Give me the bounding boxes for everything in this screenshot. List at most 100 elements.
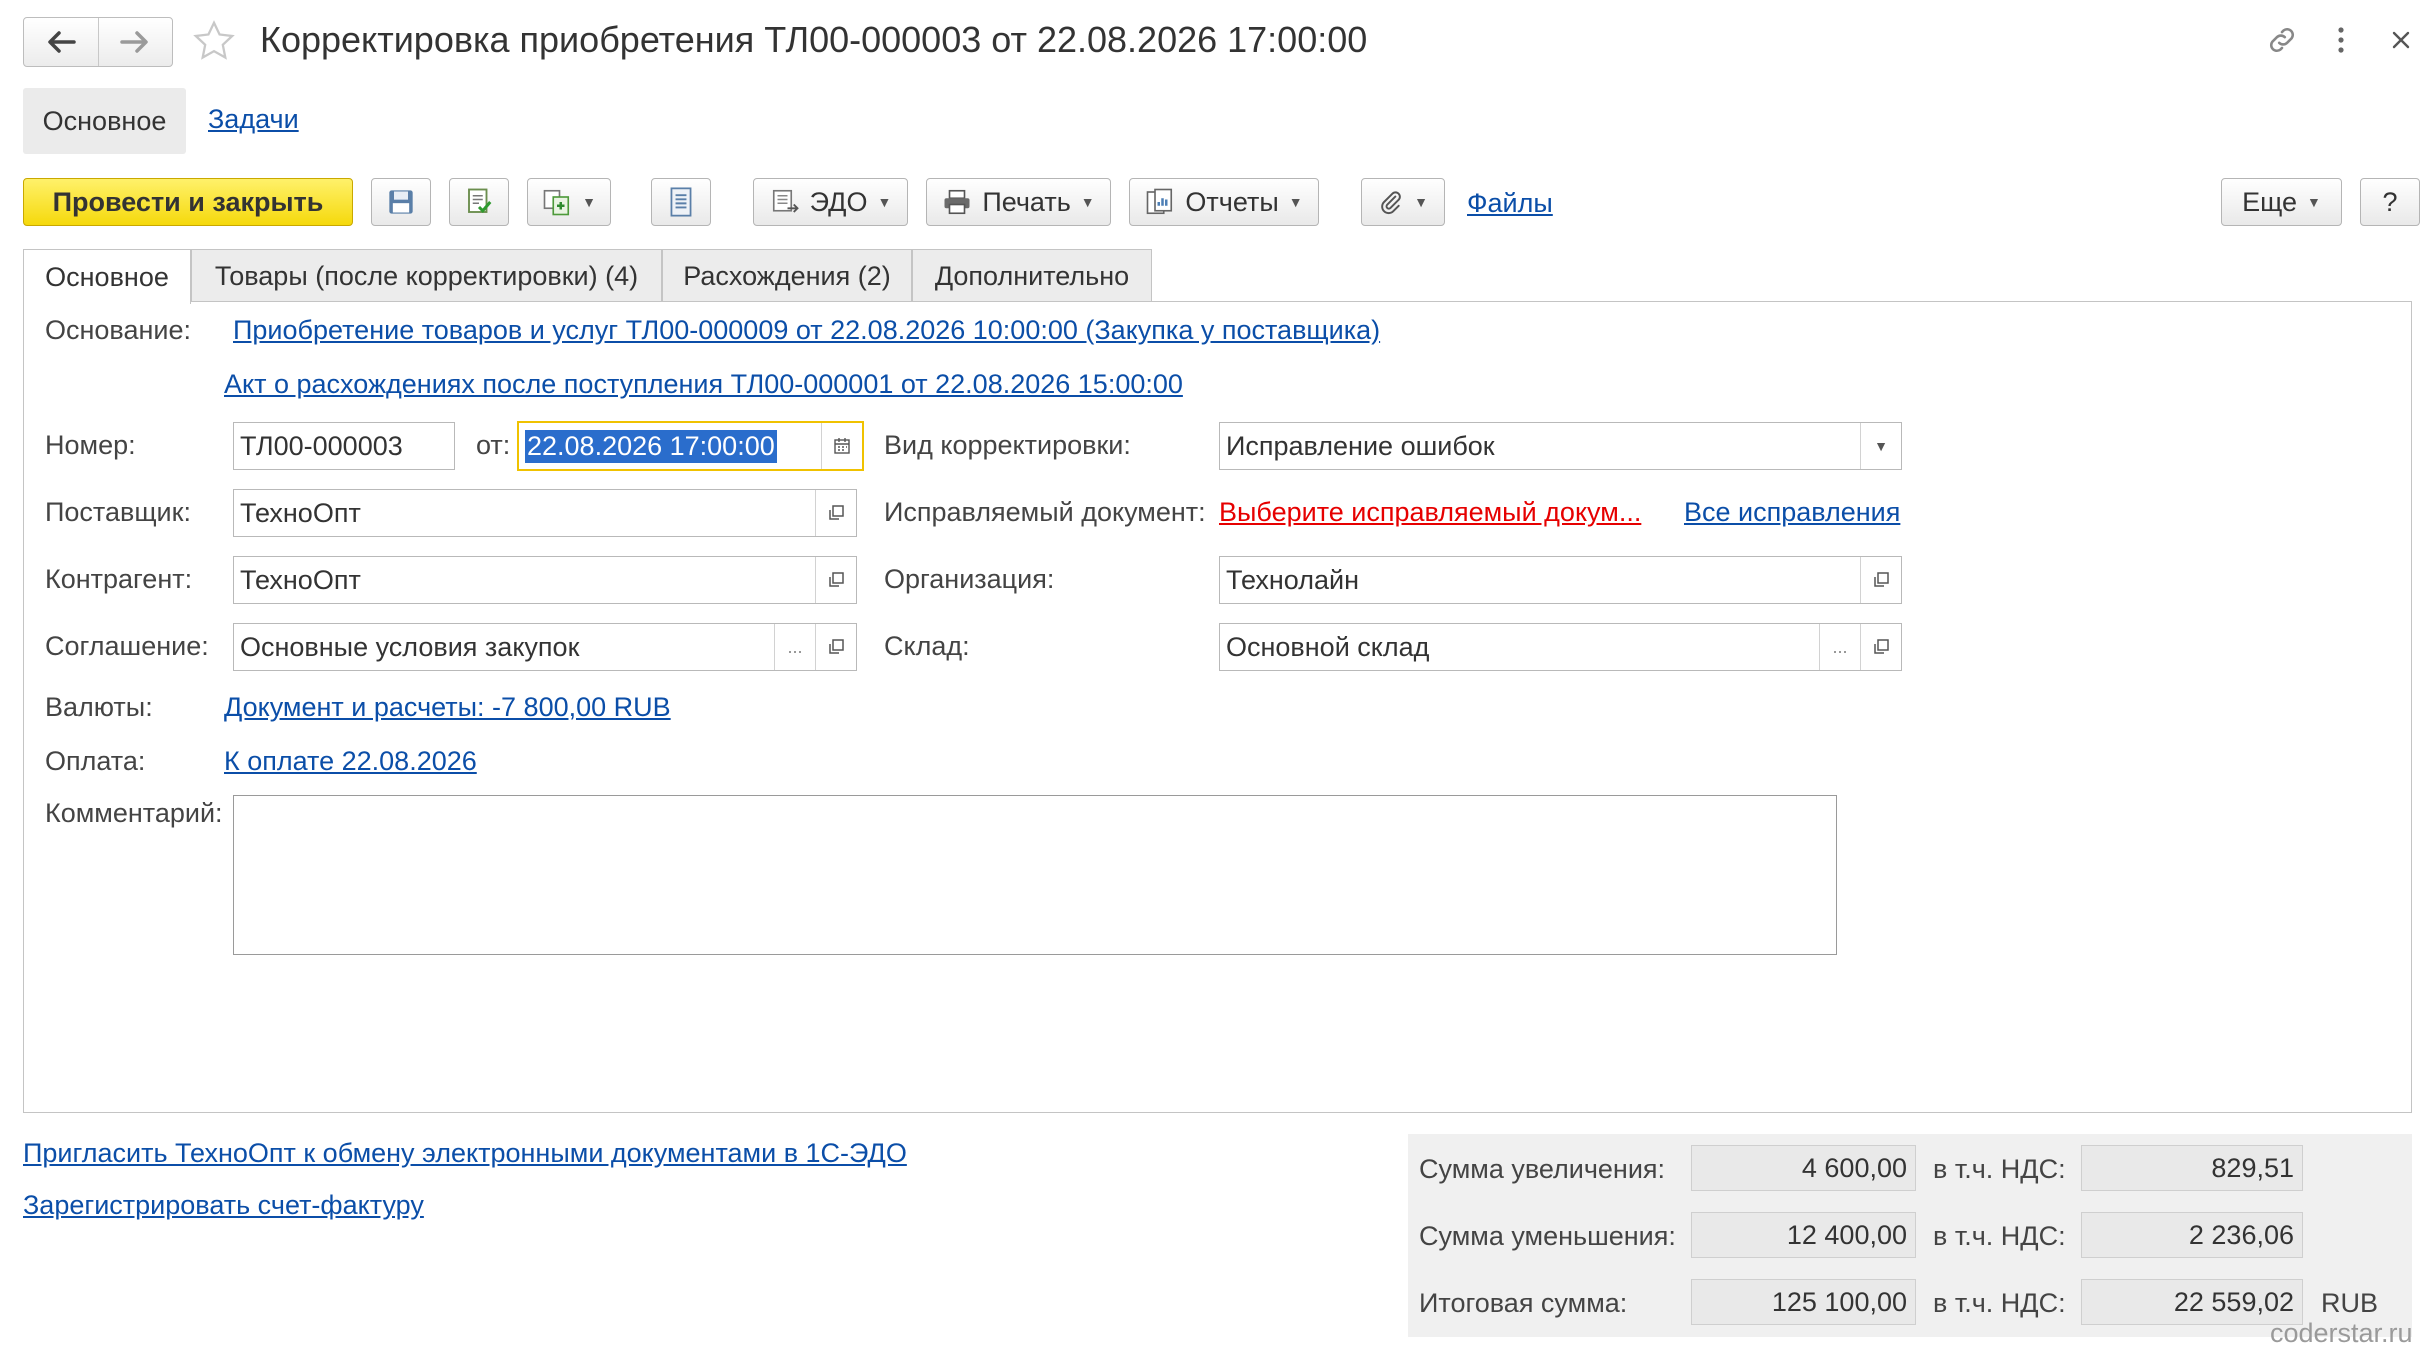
organization-label: Организация: <box>884 564 1055 594</box>
edo-button[interactable]: ЭДО ▼ <box>753 178 908 226</box>
corrected-document-label: Исправляемый документ: <box>884 497 1206 527</box>
printer-icon <box>944 189 970 215</box>
tab-additional[interactable]: Дополнительно <box>912 249 1152 302</box>
organization-field[interactable]: Технолайн <box>1219 556 1902 604</box>
open-agreement-button[interactable] <box>815 624 856 670</box>
basis-link-purchase[interactable]: Приобретение товаров и услуг ТЛ00-000009… <box>233 315 1380 346</box>
open-window-icon <box>1874 639 1889 654</box>
floppy-disk-icon <box>389 190 413 214</box>
favorite-button[interactable] <box>191 18 237 64</box>
invite-edo-link[interactable]: Пригласить ТехноОпт к обмену электронным… <box>23 1138 907 1169</box>
help-button[interactable]: ? <box>2360 178 2420 226</box>
open-supplier-button[interactable] <box>815 490 856 536</box>
list-document-icon <box>670 187 692 217</box>
supplier-field[interactable]: ТехноОпт <box>233 489 857 537</box>
total-vat-label: в т.ч. НДС: <box>1933 1288 2066 1318</box>
increase-sum-label: Сумма увеличения: <box>1419 1154 1666 1184</box>
forward-button[interactable] <box>97 18 173 66</box>
chevron-down-icon: ▼ <box>1414 194 1428 210</box>
close-icon <box>2392 31 2410 49</box>
kebab-menu-icon <box>2338 27 2344 53</box>
correction-kind-label: Вид корректировки: <box>884 430 1131 460</box>
comment-label: Комментарий: <box>45 798 223 828</box>
payment-label: Оплата: <box>45 746 146 776</box>
chevron-down-icon: ▼ <box>2307 194 2321 210</box>
decrease-sum-label: Сумма уменьшения: <box>1419 1221 1676 1251</box>
star-outline-icon <box>193 20 235 60</box>
basis-label: Основание: <box>45 315 191 345</box>
select-warehouse-button[interactable]: ... <box>1819 624 1860 670</box>
ellipsis-icon: ... <box>1832 636 1848 657</box>
print-label: Печать <box>982 186 1071 217</box>
agreement-value: Основные условия закупок <box>240 631 580 662</box>
tab-discrepancies[interactable]: Расхождения (2) <box>662 249 912 302</box>
chevron-down-icon: ▼ <box>1080 194 1095 210</box>
warehouse-field[interactable]: Основной склад ... <box>1219 623 1902 671</box>
basis-link-discrepancy-act[interactable]: Акт о расхождениях после поступления ТЛ0… <box>224 369 1183 400</box>
reports-button[interactable]: Отчеты ▼ <box>1129 178 1319 226</box>
chevron-down-icon: ▼ <box>877 194 892 210</box>
section-tab-tasks[interactable]: Задачи <box>208 104 299 135</box>
tab-main[interactable]: Основное <box>23 249 191 304</box>
create-based-on-icon <box>543 189 570 216</box>
attachments-button[interactable]: ▼ <box>1361 178 1445 226</box>
counterparty-field[interactable]: ТехноОпт <box>233 556 857 604</box>
back-button[interactable] <box>24 18 98 66</box>
calendar-icon <box>834 438 850 454</box>
section-tab-main[interactable]: Основное <box>23 88 186 154</box>
decrease-vat-label: в т.ч. НДС: <box>1933 1221 2066 1251</box>
comment-textarea[interactable] <box>233 795 1837 955</box>
chevron-down-icon: ▼ <box>1288 194 1303 210</box>
edo-label: ЭДО <box>809 186 868 217</box>
select-corrected-document-link[interactable]: Выберите исправляемый докум... <box>1219 497 1641 528</box>
more-actions-button[interactable] <box>2321 20 2361 60</box>
link-icon <box>2269 27 2295 53</box>
dropdown-button[interactable]: ▼ <box>1860 423 1901 469</box>
post-and-close-button[interactable]: Провести и закрыть <box>23 178 353 226</box>
open-warehouse-button[interactable] <box>1860 624 1901 670</box>
more-button[interactable]: Еще ▼ <box>2221 178 2342 226</box>
payment-link[interactable]: К оплате 22.08.2026 <box>224 746 477 777</box>
ellipsis-icon: ... <box>787 636 803 657</box>
agreement-field[interactable]: Основные условия закупок ... <box>233 623 857 671</box>
document-journal-button[interactable] <box>651 178 711 226</box>
calendar-button[interactable] <box>821 423 862 469</box>
open-organization-button[interactable] <box>1860 557 1901 603</box>
create-based-on-button[interactable]: ▼ <box>527 178 611 226</box>
tab-goods[interactable]: Товары (после корректировки) (4) <box>191 249 662 302</box>
print-button[interactable]: Печать ▼ <box>926 178 1111 226</box>
currency-link[interactable]: Документ и расчеты: -7 800,00 RUB <box>224 692 671 723</box>
post-button[interactable] <box>449 178 509 226</box>
paperclip-icon <box>1381 191 1401 215</box>
close-button[interactable] <box>2381 20 2421 60</box>
link-button[interactable] <box>2262 20 2302 60</box>
warehouse-label: Склад: <box>884 631 970 661</box>
register-invoice-link[interactable]: Зарегистрировать счет-фактуру <box>23 1190 424 1221</box>
date-value: 22.08.2026 17:00:00 <box>525 429 777 463</box>
files-link[interactable]: Файлы <box>1467 188 1553 219</box>
open-window-icon <box>829 572 844 587</box>
decrease-sum-value: 12 400,00 <box>1691 1212 1916 1258</box>
counterparty-label: Контрагент: <box>45 564 193 594</box>
correction-kind-select[interactable]: Исправление ошибок ▼ <box>1219 422 1902 470</box>
select-agreement-button[interactable]: ... <box>774 624 815 670</box>
save-button[interactable] <box>371 178 431 226</box>
page-title: Корректировка приобретения ТЛ00-000003 о… <box>260 19 1368 60</box>
reports-label: Отчеты <box>1185 186 1279 217</box>
date-label: от: <box>476 430 511 460</box>
arrow-right-icon <box>120 31 148 53</box>
decrease-vat-value: 2 236,06 <box>2081 1212 2303 1258</box>
number-field[interactable]: ТЛ00-000003 <box>233 422 455 470</box>
chevron-down-icon: ▼ <box>1874 438 1888 454</box>
open-window-icon <box>829 639 844 654</box>
post-document-icon <box>468 188 492 213</box>
all-corrections-link[interactable]: Все исправления <box>1684 497 1900 528</box>
open-counterparty-button[interactable] <box>815 557 856 603</box>
edo-exchange-icon <box>772 189 799 213</box>
date-field[interactable]: 22.08.2026 17:00:00 <box>517 421 864 471</box>
agreement-label: Соглашение: <box>45 631 209 661</box>
total-currency: RUB <box>2321 1288 2379 1318</box>
reports-icon <box>1147 188 1173 215</box>
increase-vat-label: в т.ч. НДС: <box>1933 1154 2066 1184</box>
more-label: Еще <box>2242 186 2298 217</box>
